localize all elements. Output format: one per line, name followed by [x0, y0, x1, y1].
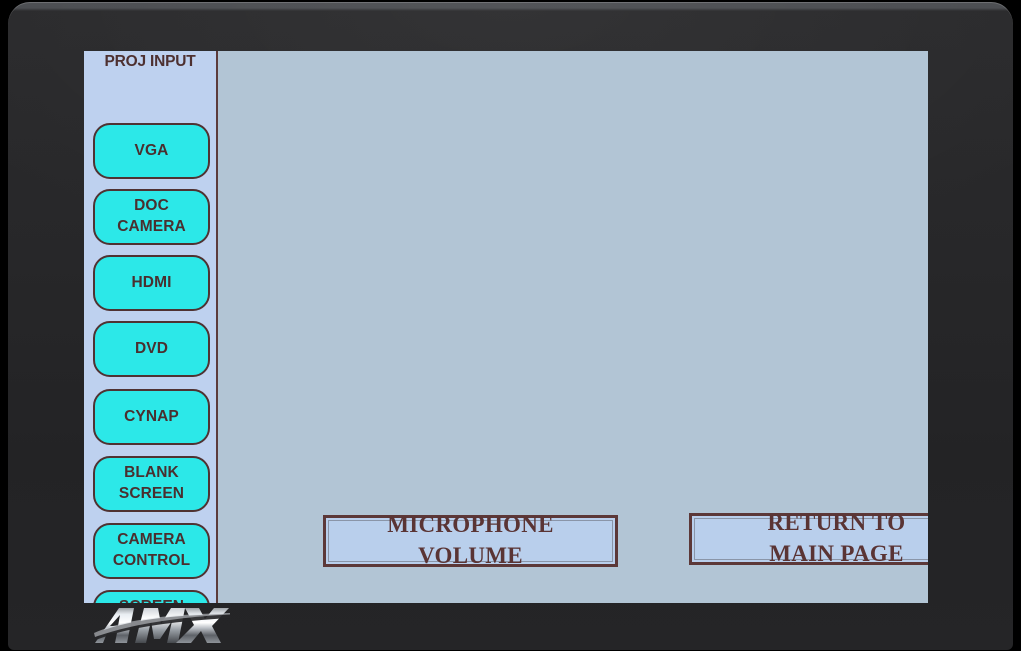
- sidebar-item-camera-control[interactable]: CAMERA CONTROL: [93, 523, 210, 579]
- microphone-volume-button[interactable]: MICROPHONE VOLUME: [323, 512, 618, 568]
- amx-logo: [92, 604, 232, 646]
- amx-touch-panel-device: PROJ INPUT VGA DOC CAMERA HDMI DVD CYNAP…: [0, 0, 1021, 650]
- sidebar-item-label: BLANK SCREEN: [118, 464, 185, 502]
- sidebar-item-hdmi[interactable]: HDMI: [93, 255, 210, 311]
- sidebar-item-dvd[interactable]: DVD: [93, 321, 210, 377]
- main-content-area: MICROPHONE VOLUME RETURN TO MAIN PAGE: [220, 51, 928, 603]
- return-to-main-page-button[interactable]: RETURN TO MAIN PAGE: [689, 510, 928, 566]
- sidebar-item-label: DVD: [134, 339, 169, 357]
- sidebar-item-cynap[interactable]: CYNAP: [93, 389, 210, 445]
- touch-panel-screen: PROJ INPUT VGA DOC CAMERA HDMI DVD CYNAP…: [84, 51, 928, 603]
- sidebar-item-screen-control[interactable]: SCREEN CONTROL: [93, 590, 210, 603]
- microphone-volume-label: MICROPHONE VOLUME: [387, 512, 554, 568]
- sidebar-item-blank-screen[interactable]: BLANK SCREEN: [93, 456, 210, 512]
- return-to-main-page-label: RETURN TO MAIN PAGE: [767, 510, 906, 566]
- sidebar-item-label: SCREEN CONTROL: [113, 597, 190, 603]
- sidebar-item-label: DOC CAMERA: [117, 197, 186, 235]
- sidebar-item-label: CYNAP: [124, 407, 179, 425]
- sidebar-item-vga[interactable]: VGA: [93, 123, 210, 179]
- sidebar-item-label: CAMERA CONTROL: [112, 531, 191, 569]
- sidebar-title: PROJ INPUT: [104, 53, 196, 70]
- sidebar-item-doc-camera[interactable]: DOC CAMERA: [93, 189, 210, 245]
- sidebar-item-label: VGA: [134, 141, 169, 159]
- sidebar-item-label: HDMI: [131, 273, 172, 291]
- proj-input-sidebar: PROJ INPUT VGA DOC CAMERA HDMI DVD CYNAP…: [84, 51, 218, 603]
